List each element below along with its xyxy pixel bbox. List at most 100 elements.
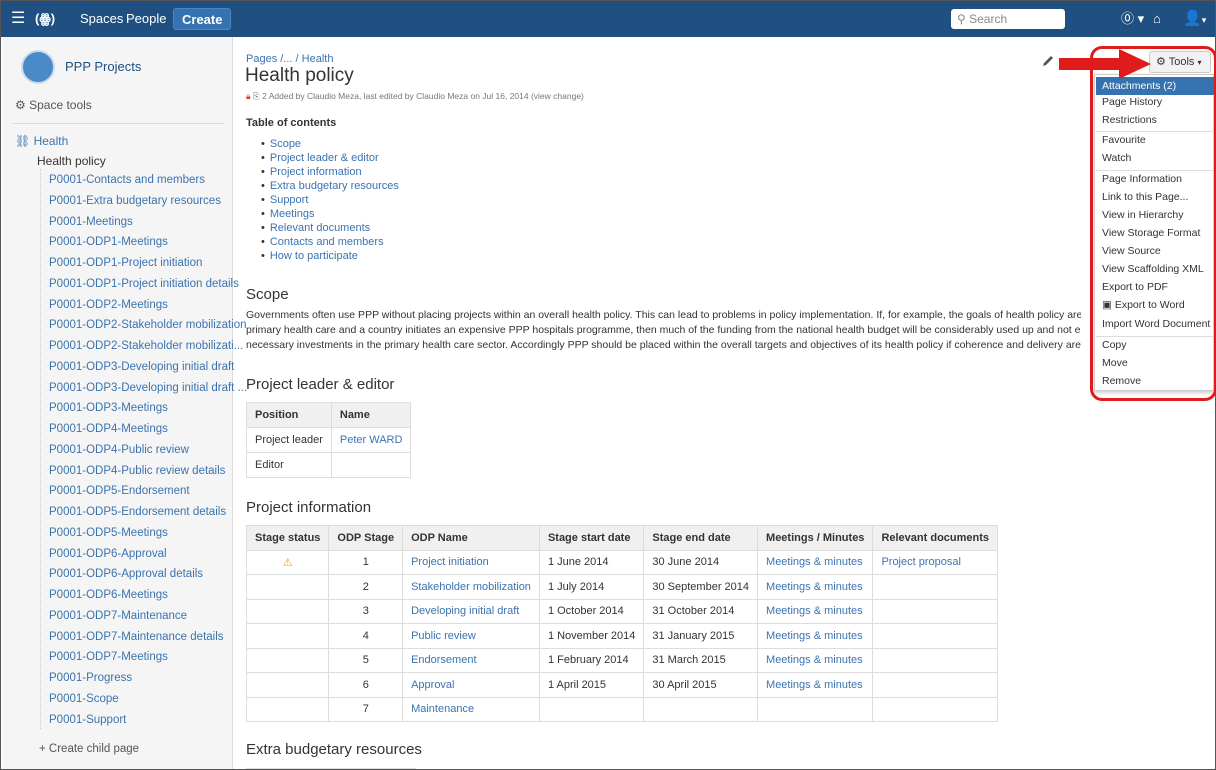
tree-item-current[interactable]: Health policy [37,154,106,168]
table-cell: 1 October 2014 [538,598,645,624]
space-logo[interactable] [21,50,55,84]
menu-icon[interactable]: ☰ [11,1,25,37]
table-link-label: Meetings & minutes [766,605,863,618]
tree-item-child[interactable]: P0001-ODP4-Meetings [49,423,168,435]
search-input[interactable]: ⚲ Search [951,9,1065,29]
notifications-icon[interactable]: ⌂ [1153,1,1161,37]
tree-item-child[interactable]: P0001-Meetings [49,216,133,228]
table-link[interactable]: Developing initial draft [402,598,540,624]
table-cell-text: 4 [362,629,369,642]
table-link[interactable]: Meetings & minutes [757,672,874,698]
logo-icon[interactable]: (ꙮ) [35,1,55,37]
user-link[interactable]: Peter WARD [330,427,412,453]
user-avatar-icon[interactable]: 👤▾ [1183,1,1206,37]
tree-item-child[interactable]: P0001-ODP5-Endorsement details [49,506,226,518]
tree-item-child[interactable]: P0001-ODP5-Endorsement [49,485,190,497]
toc-link[interactable]: Project leader & editor [261,151,399,165]
table-header: Meetings / Minutes [757,525,874,551]
create-child-page-link[interactable]: + Create child page [39,743,139,755]
table-link[interactable]: Public review [402,623,540,649]
table-link-label: Project proposal [881,556,961,569]
table-link[interactable]: Meetings & minutes [757,549,874,575]
table-link[interactable]: Project proposal [872,549,999,575]
tree-item-child[interactable]: P0001-Progress [49,672,132,684]
tree-item-child[interactable]: P0001-ODP3-Developing initial draft [49,361,234,373]
table-link[interactable]: Maintenance [402,696,540,722]
attachment-icon[interactable]: ⎘ [253,91,260,101]
table-cell-text: 7 [362,703,369,716]
toc-link[interactable]: Support [261,193,399,207]
table-cell [643,696,759,722]
lock-icon[interactable]: 🔒︎ [246,91,251,101]
tree-item-child[interactable]: P0001-ODP5-Meetings [49,527,168,539]
page-metadata-text: 2 Added by Claudio Meza, last edited by … [262,91,584,101]
table-cell [538,696,645,722]
space-tools-link[interactable]: ⚙ Space tools [15,98,92,112]
table-header: ODP Stage [328,525,404,551]
table-header: Relevant documents [872,525,999,551]
annotation-arrow-icon [1059,49,1151,79]
table-cell-text: 31 March 2015 [652,654,726,667]
toc-link[interactable]: Meetings [261,207,399,221]
table-cell: 7 [328,696,404,722]
tree-item-child[interactable]: P0001-Scope [49,693,119,705]
toc-link[interactable]: How to participate [261,249,399,263]
toc-link[interactable]: Extra budgetary resources [261,179,399,193]
tree-item-child[interactable]: P0001-ODP2-Stakeholder mobilization [49,319,247,331]
toc-link[interactable]: Project information [261,165,399,179]
table-row: 2 Stakeholder mobilization 1 July 2014 30 S… [245,574,999,600]
table-link[interactable]: Meetings & minutes [757,574,874,600]
tree-item-child[interactable]: P0001-ODP6-Approval details [49,568,203,580]
toc-link[interactable]: Contacts and members [261,235,399,249]
table-link[interactable]: Endorsement [402,647,540,673]
table-link[interactable]: Meetings & minutes [757,598,874,624]
sidebar-divider [13,123,225,124]
edit-pencil-icon[interactable] [1041,54,1055,68]
tree-item-child[interactable]: P0001-ODP4-Public review details [49,465,225,477]
tree-item-child[interactable]: P0001-ODP3-Developing initial draft ... [49,382,247,394]
toc-link[interactable]: Scope [261,137,399,151]
table-link-label: Meetings & minutes [766,654,863,667]
tree-item-child[interactable]: P0001-ODP6-Meetings [49,589,168,601]
table-cell [872,647,999,673]
tree-item-child[interactable]: P0001-ODP6-Approval [49,548,167,560]
help-icon[interactable]: ⓪ ▾ [1121,1,1144,37]
tree-item-child[interactable]: P0001-ODP3-Meetings [49,402,168,414]
tree-item-child[interactable]: P0001-ODP7-Meetings [49,651,168,663]
table-link[interactable]: Meetings & minutes [757,623,874,649]
table-link[interactable]: Stakeholder mobilization [402,574,540,600]
tree-item-child[interactable]: P0001-ODP2-Stakeholder mobilizati... [49,340,243,352]
space-name[interactable]: PPP Projects [65,59,141,74]
tree-item-child[interactable]: P0001-Support [49,714,126,726]
tree-item-child[interactable]: P0001-Extra budgetary resources [49,195,221,207]
table-link-label: Meetings & minutes [766,629,863,642]
project-info-table: Stage status ODP Stage ODP Name Stage start… [245,525,999,722]
create-button[interactable]: Create [173,8,232,30]
table-cell: Editor [246,452,332,478]
nav-people[interactable]: People [126,1,166,37]
table-cell: 6 [328,672,404,698]
tree-item-child[interactable]: P0001-ODP4-Public review [49,444,189,456]
table-link[interactable]: Project initiation [402,549,540,575]
table-link[interactable]: Meetings & minutes [757,647,874,673]
tree-item-child[interactable]: P0001-ODP1-Project initiation details [49,278,239,290]
table-link[interactable]: Approval [402,672,540,698]
tree-item-child[interactable]: P0001-Contacts and members [49,174,205,186]
scope-heading: Scope [246,286,289,303]
tree-item-child[interactable]: P0001-ODP7-Maintenance [49,610,187,622]
table-cell: 1 April 2015 [538,672,645,698]
tree-item-health[interactable]: ⛓ Health [15,134,68,148]
breadcrumb[interactable]: Pages /... / Health [246,53,333,65]
toc-link[interactable]: Relevant documents [261,221,399,235]
table-cell-text: 30 June 2014 [652,556,720,569]
tree-item-child[interactable]: P0001-ODP2-Meetings [49,299,168,311]
table-cell [872,623,999,649]
tree-item-child[interactable]: P0001-ODP7-Maintenance details [49,631,224,643]
nav-spaces[interactable]: Spaces [80,1,123,37]
table-row: 5 Endorsement 1 February 2014 31 March 2015… [245,647,999,673]
table-cell [245,647,330,673]
tree-item-child[interactable]: P0001-ODP1-Project initiation [49,257,202,269]
tree-item-child[interactable]: P0001-ODP1-Meetings [49,236,168,248]
table-cell [872,696,999,722]
tree-item-label: Health [33,134,69,148]
